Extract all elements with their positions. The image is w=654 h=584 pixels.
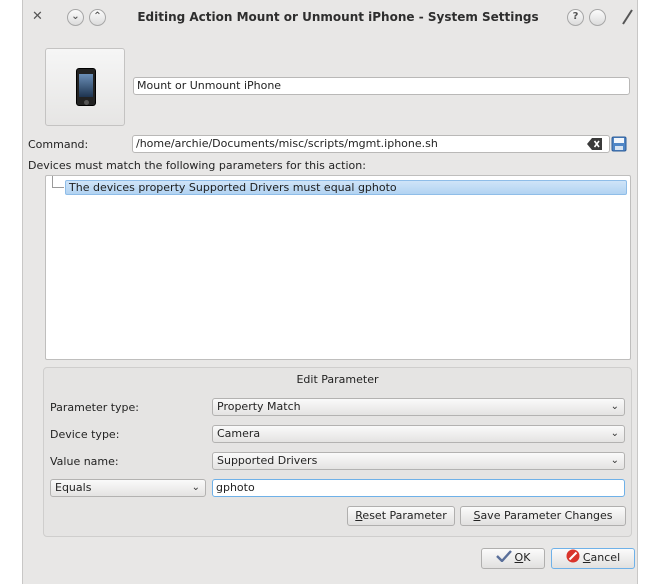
value-name-label: Value name: xyxy=(50,455,119,468)
parameter-type-label: Parameter type: xyxy=(50,401,140,414)
minimize-window-icon[interactable]: ⌄ xyxy=(67,9,84,26)
comparison-value: Equals xyxy=(55,481,92,494)
parameter-type-select[interactable]: Property Match ⌄ xyxy=(212,398,625,416)
edit-parameter-title: Edit Parameter xyxy=(296,373,379,386)
edit-parameter-group: Edit Parameter Parameter type: Property … xyxy=(43,367,632,537)
chevron-down-icon: ⌄ xyxy=(610,455,619,466)
title-bar: ✕ ⌄ ⌃ Editing Action Mount or Unmount iP… xyxy=(23,0,639,35)
value-name-select[interactable]: Supported Drivers ⌄ xyxy=(212,452,625,470)
value-name-value: Supported Drivers xyxy=(217,454,318,467)
close-window-icon[interactable]: ✕ xyxy=(29,9,46,26)
parameter-tree[interactable]: The devices property Supported Drivers m… xyxy=(45,175,631,360)
clear-text-icon[interactable] xyxy=(587,138,603,150)
chevron-down-icon: ⌄ xyxy=(610,428,619,439)
device-type-label: Device type: xyxy=(50,428,120,441)
action-icon-button[interactable] xyxy=(45,48,125,126)
ok-label: K xyxy=(523,551,531,564)
cancel-button[interactable]: Cancel xyxy=(551,548,635,569)
devices-match-label: Devices must match the following paramet… xyxy=(28,159,366,172)
tree-item[interactable]: The devices property Supported Drivers m… xyxy=(65,180,627,195)
checkmark-icon xyxy=(495,550,512,563)
command-field[interactable]: /home/archie/Documents/misc/scripts/mgmt… xyxy=(132,135,610,153)
match-value-field[interactable]: gphoto xyxy=(212,479,625,497)
comparison-select[interactable]: Equals ⌄ xyxy=(50,479,206,497)
tree-branch-line xyxy=(52,176,64,188)
cancel-mnemonic: C xyxy=(582,551,591,564)
chevron-down-icon: ⌄ xyxy=(191,482,200,493)
window-menu-brush-icon[interactable] xyxy=(620,8,634,26)
save-parameter-changes-button[interactable]: Save Parameter Changes xyxy=(460,506,626,526)
window-title: Editing Action Mount or Unmount iPhone -… xyxy=(137,10,539,24)
cancel-icon xyxy=(566,549,580,563)
command-label: Command: xyxy=(28,138,89,151)
iphone-icon xyxy=(76,68,96,106)
device-type-value: Camera xyxy=(217,427,261,440)
ok-button[interactable]: OK xyxy=(481,548,545,569)
keep-above-icon[interactable] xyxy=(589,9,606,26)
save-label: ave Parameter Changes xyxy=(480,509,613,522)
reset-parameter-button[interactable]: Reset Parameter xyxy=(347,506,455,526)
reset-label: eset Parameter xyxy=(362,509,447,522)
ok-mnemonic: O xyxy=(514,551,524,564)
help-icon[interactable]: ? xyxy=(567,9,584,26)
open-file-icon[interactable] xyxy=(611,136,627,152)
cancel-label: ancel xyxy=(590,551,621,564)
action-name-field[interactable]: Mount or Unmount iPhone xyxy=(133,77,630,95)
dialog-window: ✕ ⌄ ⌃ Editing Action Mount or Unmount iP… xyxy=(22,0,638,584)
device-type-select[interactable]: Camera ⌄ xyxy=(212,425,625,443)
maximize-window-icon[interactable]: ⌃ xyxy=(89,9,106,26)
parameter-type-value: Property Match xyxy=(217,400,301,413)
chevron-down-icon: ⌄ xyxy=(610,401,619,412)
